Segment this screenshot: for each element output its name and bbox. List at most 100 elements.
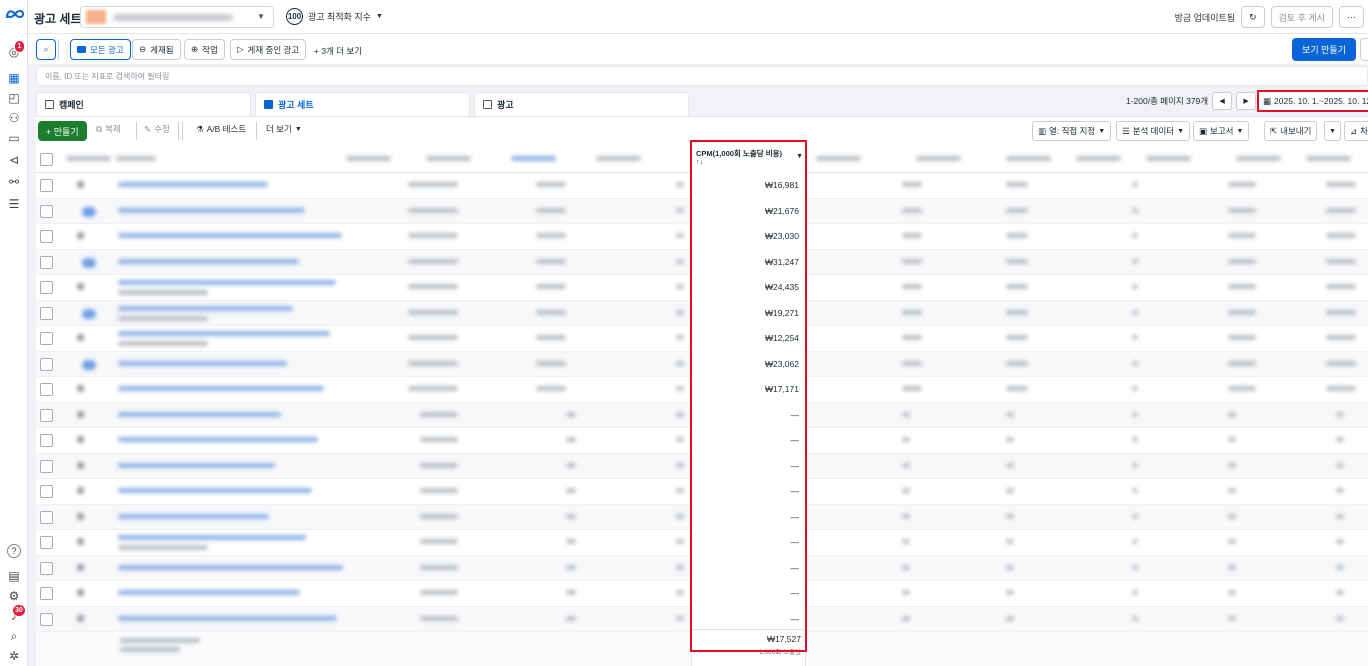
search-input[interactable]: [37, 67, 337, 85]
audience-icon[interactable]: ⚇: [6, 110, 22, 126]
bug-icon[interactable]: ✲: [6, 648, 22, 664]
news-icon[interactable]: ▤: [6, 568, 22, 584]
review-publish-button[interactable]: 검토 후 게시: [1270, 6, 1333, 28]
row-checkbox[interactable]: [40, 408, 53, 422]
redacted-adset-name[interactable]: [118, 182, 268, 187]
delivery-toggle[interactable]: [77, 487, 84, 494]
redacted-adset-name[interactable]: [118, 590, 300, 595]
meta-logo-icon[interactable]: [5, 8, 25, 20]
optimization-score[interactable]: 100 광고 최적화 지수 ▼: [286, 8, 383, 25]
help-icon[interactable]: ?: [7, 544, 21, 558]
search-button[interactable]: ⌕: [36, 39, 56, 60]
delivery-toggle[interactable]: [77, 232, 84, 239]
delivery-toggle[interactable]: [82, 308, 96, 319]
redacted-adset-name[interactable]: [118, 488, 312, 493]
tab-ads[interactable]: 광고: [474, 92, 689, 116]
export-dropdown[interactable]: ▼: [1324, 121, 1341, 141]
redacted-adset-name[interactable]: [118, 535, 306, 540]
delivery-toggle[interactable]: [77, 410, 84, 418]
delivery-toggle[interactable]: [77, 385, 84, 392]
row-checkbox[interactable]: [40, 561, 53, 575]
redacted-adset-name[interactable]: [118, 437, 318, 442]
delivery-toggle[interactable]: [82, 206, 96, 217]
row-checkbox[interactable]: [40, 255, 53, 269]
row-checkbox[interactable]: [40, 281, 53, 294]
table-icon[interactable]: ▦: [6, 70, 22, 86]
export-button[interactable]: ⇱ 내보내기: [1264, 121, 1318, 141]
next-page-button[interactable]: ▶: [1236, 92, 1257, 110]
delivery-toggle[interactable]: [77, 461, 84, 469]
redacted-adset-name[interactable]: [118, 462, 275, 468]
overflow-button-edge[interactable]: [1360, 38, 1368, 61]
row-checkbox[interactable]: [40, 434, 53, 447]
delivery-toggle[interactable]: [82, 359, 96, 370]
row-checkbox[interactable]: [40, 587, 53, 600]
row-checkbox[interactable]: [40, 204, 53, 218]
redacted-adset-name[interactable]: [118, 258, 299, 264]
row-checkbox[interactable]: [40, 459, 53, 473]
delivery-toggle[interactable]: [82, 257, 96, 268]
row-checkbox[interactable]: [40, 612, 53, 626]
delivery-toggle[interactable]: [77, 283, 84, 290]
row-checkbox[interactable]: [40, 357, 53, 371]
row-checkbox[interactable]: [40, 179, 53, 192]
redacted-adset-name[interactable]: [118, 411, 281, 417]
pages-icon[interactable]: ◰: [6, 90, 22, 106]
account-selector[interactable]: ▼: [80, 6, 274, 28]
tab-campaigns[interactable]: 캠페인: [36, 92, 251, 116]
row-checkbox[interactable]: [40, 332, 53, 345]
delivery-toggle[interactable]: [77, 589, 84, 596]
filter-all-ads[interactable]: 모든 광고: [70, 39, 131, 60]
prev-page-button[interactable]: ◀: [1212, 92, 1233, 110]
search-icon[interactable]: ⌕: [6, 628, 22, 644]
campaign-icon[interactable]: ⊲: [6, 152, 22, 168]
redacted-adset-name[interactable]: [118, 564, 343, 570]
more-options-button[interactable]: ···: [1339, 6, 1364, 28]
chevron-down-icon[interactable]: ▼: [796, 153, 803, 160]
sort-icon[interactable]: ↑↓: [696, 159, 803, 166]
row-checkbox[interactable]: [40, 383, 53, 396]
filter-active[interactable]: ⊕ 작업: [184, 39, 225, 60]
redacted-adset-name[interactable]: [118, 386, 324, 391]
row-checkbox[interactable]: [40, 485, 53, 498]
delivery-toggle[interactable]: [77, 512, 84, 520]
settings-icon[interactable]: ⚙: [6, 588, 22, 604]
delivery-toggle[interactable]: [77, 563, 84, 571]
cpm-column-header[interactable]: CPM(1,000회 노출당 비용) ↑↓ ▼: [692, 145, 807, 173]
row-checkbox[interactable]: [40, 230, 53, 243]
date-range-picker[interactable]: ▦ 2025. 10. 1.~2025. 10. 12.: [1257, 90, 1368, 112]
redacted-adset-name[interactable]: [118, 280, 336, 285]
filter-published[interactable]: ⊖ 게재됨: [132, 39, 181, 60]
duplicate-button[interactable]: ⧉ 복제: [96, 123, 121, 135]
billing-icon[interactable]: ▭: [6, 130, 22, 146]
delivery-toggle[interactable]: [77, 181, 84, 188]
delivery-toggle[interactable]: [77, 436, 84, 443]
refresh-button[interactable]: ↻: [1241, 6, 1265, 28]
create-view-button[interactable]: 보기 만들기: [1292, 38, 1356, 61]
ab-test-button[interactable]: ⚗ A/B 테스트: [196, 123, 246, 135]
redacted-adset-name[interactable]: [118, 513, 269, 519]
edit-button[interactable]: ✎ 수정: [144, 123, 170, 135]
delivery-toggle[interactable]: [77, 538, 84, 545]
filter-delivering[interactable]: ▷ 게재 중인 광고: [230, 39, 307, 60]
redacted-adset-name[interactable]: [118, 207, 305, 213]
people-icon[interactable]: ⚯: [6, 174, 22, 190]
redacted-adset-name[interactable]: [118, 305, 293, 311]
row-checkbox[interactable]: [40, 536, 53, 549]
more-filters-link[interactable]: + 3개 더 보기: [314, 45, 362, 57]
row-checkbox[interactable]: [40, 510, 53, 524]
delivery-toggle[interactable]: [77, 614, 84, 622]
select-all-checkbox[interactable]: [40, 153, 53, 166]
redacted-adset-name[interactable]: [118, 233, 342, 238]
delivery-toggle[interactable]: [77, 334, 84, 341]
reports-button[interactable]: ▣ 보고서 ▼: [1193, 121, 1250, 141]
row-checkbox[interactable]: [40, 306, 53, 320]
redacted-adset-name[interactable]: [118, 360, 287, 366]
tab-adsets[interactable]: 광고 세트: [255, 92, 470, 116]
redacted-adset-name[interactable]: [118, 615, 337, 621]
create-button[interactable]: + 만들기: [38, 121, 87, 141]
more-actions-button[interactable]: 더 보기 ▼: [266, 123, 302, 135]
menu-icon[interactable]: ☰: [6, 196, 22, 212]
chart-button[interactable]: ⊿ 차: [1344, 121, 1368, 141]
columns-button[interactable]: ▥ 열: 직접 지정 ▼: [1032, 121, 1112, 141]
